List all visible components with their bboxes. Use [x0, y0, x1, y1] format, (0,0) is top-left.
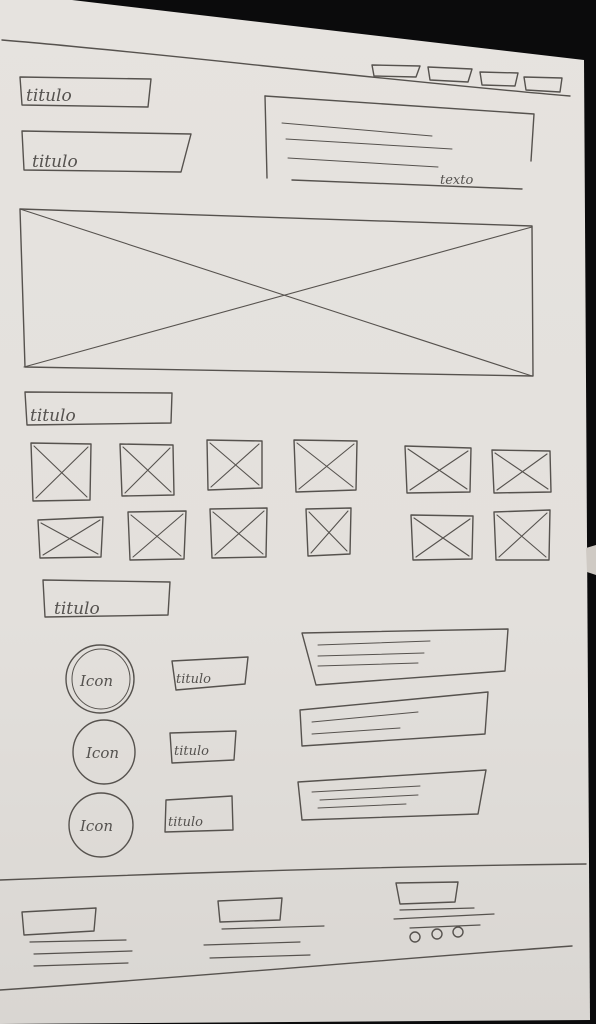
feature-title-label-1: titulo: [176, 672, 211, 687]
text-block-label: texto: [440, 173, 473, 188]
icon-label-2: Icon: [85, 744, 119, 762]
feature-title-label-3: titulo: [168, 815, 203, 830]
feature-title-label-2: titulo: [174, 744, 209, 759]
paper-edge: [586, 545, 596, 575]
wireframe-sketch: titulo titulo texto titulo titulo Icon I…: [0, 0, 596, 1024]
features-title-label: titulo: [54, 599, 100, 619]
icon-label-3: Icon: [79, 817, 113, 835]
icon-label-1: Icon: [79, 672, 113, 690]
gallery-title-label: titulo: [30, 406, 76, 426]
title-label-1: titulo: [26, 86, 72, 106]
title-label-2: titulo: [32, 152, 78, 172]
